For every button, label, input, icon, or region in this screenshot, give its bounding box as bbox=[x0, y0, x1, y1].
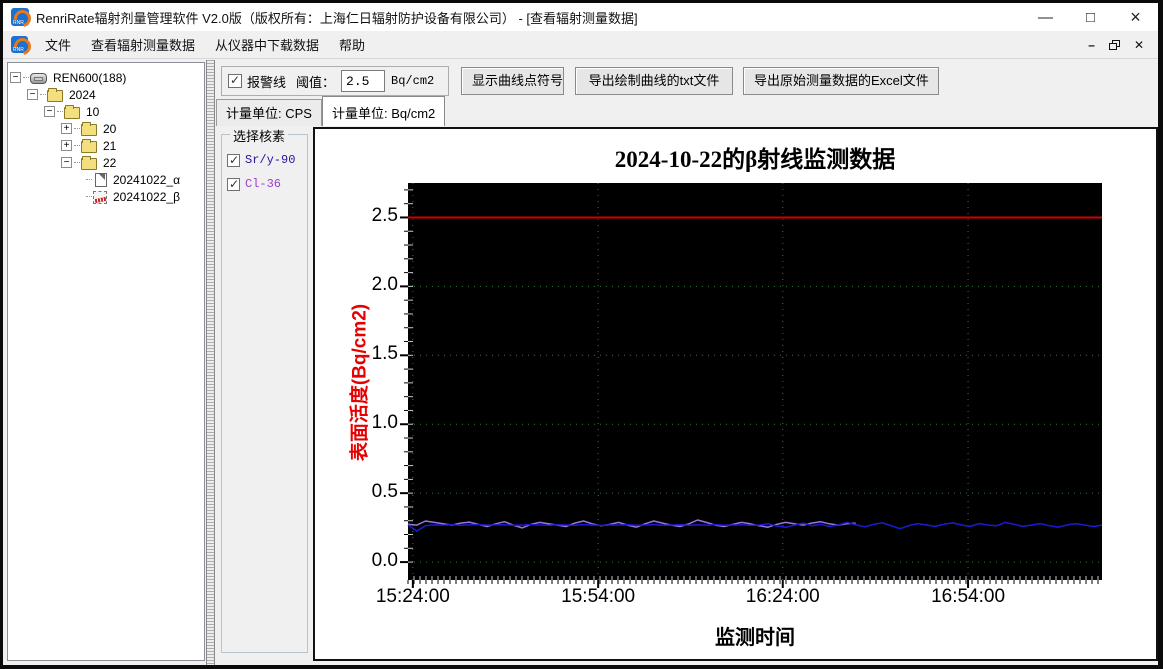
x-tick-label: 15:54:00 bbox=[561, 586, 636, 607]
folder-icon bbox=[81, 155, 97, 170]
show-curve-points-button[interactable]: 显示曲线点符号 bbox=[461, 67, 564, 95]
tree-item-label: 20241022_α bbox=[113, 172, 181, 187]
x-tick-label: 16:54:00 bbox=[931, 586, 1006, 607]
menu-item[interactable]: 帮助 bbox=[329, 31, 375, 58]
close-button[interactable]: × bbox=[1113, 3, 1158, 31]
chart-frame: 2024-10-22的β射线监测数据 表面活度(Bq/cm2) 监测时间 0.0… bbox=[313, 127, 1158, 661]
measurement-tree-panel: − REN600(188) − 2024 − 10 + 20 + 21 − 22… bbox=[7, 62, 205, 661]
tree-expander[interactable]: − bbox=[27, 89, 38, 100]
mdi-window-controls: – ✕ bbox=[1088, 39, 1158, 51]
nuclide-label: Sr/y-90 bbox=[245, 153, 296, 167]
nuclide-label: Cl-36 bbox=[245, 177, 282, 191]
y-tick-label: 0.0 bbox=[371, 550, 398, 572]
nuclide-selector-group: 选择核素 Sr/y-90 Cl-36 bbox=[221, 126, 308, 653]
tree-item[interactable]: − 2024 bbox=[10, 86, 202, 103]
tree-item-label: 20 bbox=[103, 121, 117, 136]
tree-expander[interactable]: + bbox=[61, 123, 72, 134]
nuclide-checkbox[interactable] bbox=[227, 153, 240, 167]
alarm-line-checkbox[interactable] bbox=[228, 73, 242, 88]
folder-icon bbox=[47, 87, 63, 102]
minimize-button[interactable]: — bbox=[1023, 3, 1068, 31]
folder-icon bbox=[81, 138, 97, 153]
tree-item-label: 21 bbox=[103, 138, 117, 153]
nuclide-checkbox[interactable] bbox=[227, 177, 240, 191]
content-panel: 报警线 阈值： Bq/cm2 显示曲线点符号 导出绘制曲线的txt文件 导出原始… bbox=[215, 60, 1158, 665]
tree-item-label: 20241022_β bbox=[113, 189, 180, 204]
title-bar: RenriRate辐射剂量管理软件 V2.0版（版权所有：上海仁日辐射防护设备有… bbox=[3, 3, 1158, 31]
tree-item[interactable]: + 20 bbox=[10, 120, 202, 137]
chart-y-axis-title: 表面活度(Bq/cm2) bbox=[349, 303, 371, 462]
y-tick-label: 0.5 bbox=[371, 481, 398, 503]
tree-item-label: 10 bbox=[86, 104, 100, 119]
y-tick-label: 2.5 bbox=[371, 205, 398, 227]
y-tick-label: 2.0 bbox=[371, 274, 398, 296]
tree-item[interactable]: 20241022_β bbox=[10, 188, 202, 205]
y-tick-label: 1.5 bbox=[371, 343, 398, 365]
tab-unit[interactable]: 计量单位: Bq/cm2 bbox=[321, 96, 446, 126]
menu-item[interactable]: 文件 bbox=[35, 31, 81, 58]
chart-x-axis-title: 监测时间 bbox=[715, 627, 795, 649]
nuclide-selector-title: 选择核素 bbox=[230, 126, 289, 145]
tree-item[interactable]: − 22 bbox=[10, 154, 202, 171]
mdi-close-button[interactable]: ✕ bbox=[1134, 39, 1144, 51]
folder-icon bbox=[64, 104, 80, 119]
y-tick-label: 1.0 bbox=[371, 412, 398, 434]
menu-logo-icon bbox=[11, 36, 28, 53]
main-area: − REN600(188) − 2024 − 10 + 20 + 21 − 22… bbox=[3, 60, 1158, 665]
maximize-button[interactable]: □ bbox=[1068, 3, 1113, 31]
threshold-input[interactable] bbox=[341, 70, 386, 92]
tree-expander[interactable]: − bbox=[61, 157, 72, 168]
nuclide-item: Sr/y-90 bbox=[227, 153, 307, 167]
menu-bar: 文件 查看辐射测量数据 从仪器中下载数据 帮助 – ✕ bbox=[3, 31, 1158, 59]
mdi-minimize-button[interactable]: – bbox=[1088, 39, 1095, 51]
unit-tabs: 计量单位: CPS 计量单位: Bq/cm2 bbox=[216, 96, 446, 126]
tree-item-label: REN600(188) bbox=[53, 70, 127, 85]
doc-icon bbox=[95, 172, 107, 187]
app-logo-icon bbox=[11, 8, 29, 26]
x-tick-label: 16:24:00 bbox=[745, 586, 820, 607]
tree-item[interactable]: − REN600(188) bbox=[10, 69, 202, 86]
folder-icon bbox=[81, 121, 97, 136]
export-txt-button[interactable]: 导出绘制曲线的txt文件 bbox=[575, 67, 733, 95]
export-excel-button[interactable]: 导出原始测量数据的Excel文件 bbox=[743, 67, 939, 95]
chart-title: 2024-10-22的β射线监测数据 bbox=[614, 147, 896, 172]
plot-area bbox=[400, 183, 1102, 588]
menu-item[interactable]: 查看辐射测量数据 bbox=[81, 31, 205, 58]
chart-icon bbox=[93, 190, 107, 204]
nuclide-item: Cl-36 bbox=[227, 177, 307, 191]
tree-expander[interactable]: − bbox=[10, 72, 21, 83]
tree-item-label: 22 bbox=[103, 155, 117, 170]
tree-item[interactable]: − 10 bbox=[10, 103, 202, 120]
alarm-line-label: 报警线 bbox=[247, 74, 287, 90]
tree-expander[interactable]: + bbox=[61, 140, 72, 151]
tree-item-label: 2024 bbox=[69, 87, 96, 102]
threshold-unit-label: Bq/cm2 bbox=[391, 74, 435, 88]
tree-item[interactable]: 20241022_α bbox=[10, 171, 202, 188]
mdi-restore-button[interactable] bbox=[1108, 39, 1120, 50]
window-controls: — □ × bbox=[1023, 3, 1158, 31]
tab-unit[interactable]: 计量单位: CPS bbox=[216, 99, 322, 126]
alarm-settings-group: 报警线 阈值： Bq/cm2 bbox=[221, 66, 449, 96]
menu-item[interactable]: 从仪器中下载数据 bbox=[205, 31, 329, 58]
threshold-label: 阈值： bbox=[296, 74, 336, 90]
app-window: RenriRate辐射剂量管理软件 V2.0版（版权所有：上海仁日辐射防护设备有… bbox=[0, 0, 1163, 669]
x-tick-label: 15:24:00 bbox=[375, 586, 450, 607]
device-icon bbox=[30, 73, 47, 84]
tree-item[interactable]: + 21 bbox=[10, 137, 202, 154]
panel-splitter[interactable] bbox=[206, 60, 215, 665]
tree-expander[interactable]: − bbox=[44, 106, 55, 117]
window-title: RenriRate辐射剂量管理软件 V2.0版（版权所有：上海仁日辐射防护设备有… bbox=[36, 10, 638, 26]
